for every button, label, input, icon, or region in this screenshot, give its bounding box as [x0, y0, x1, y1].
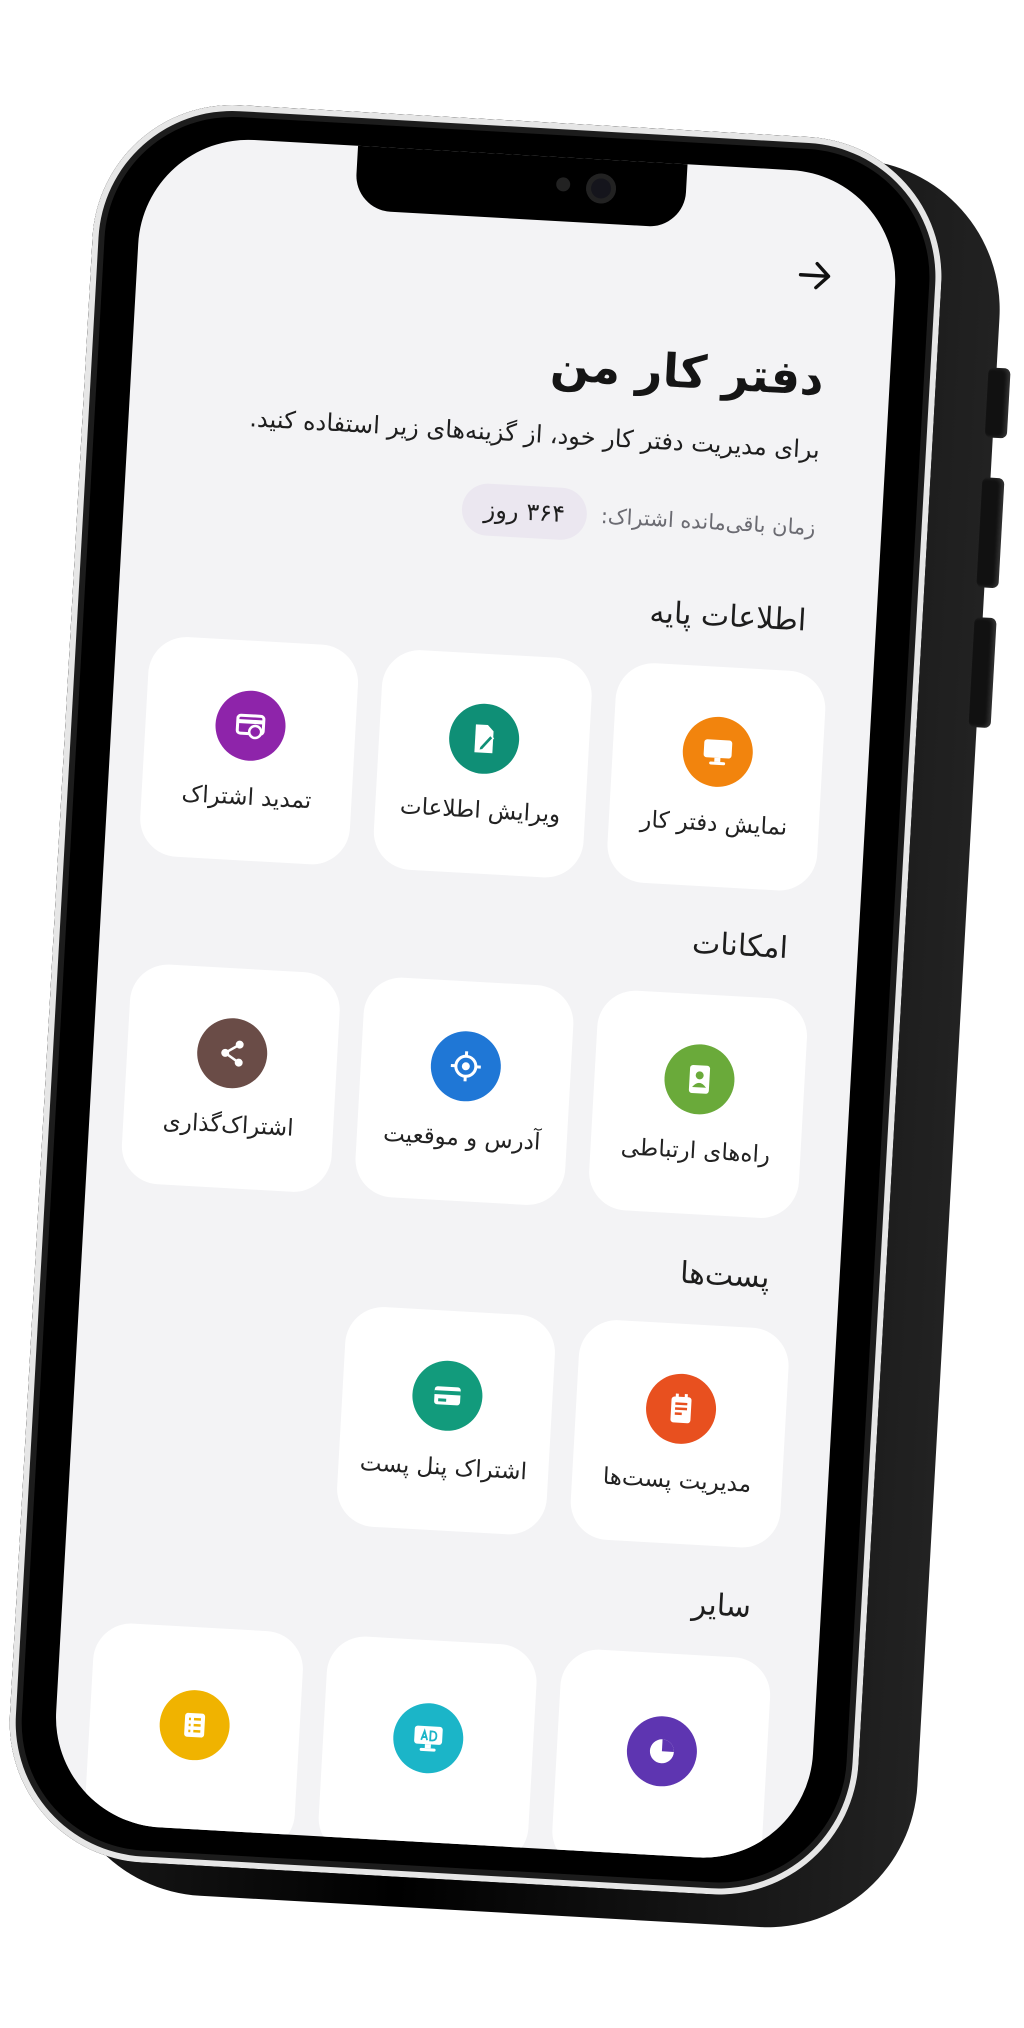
section-grid-basic-info: نمایش دفتر کار ویرایش اطلاعات تمدید اشتر… — [138, 635, 828, 893]
ad-monitor-icon — [391, 1701, 466, 1776]
tile-label: اشتراک‌گذاری — [162, 1108, 295, 1142]
tile-renew-subscription[interactable]: تمدید اشتراک — [138, 635, 361, 867]
tile-label: مدیریت پست‌ها — [602, 1463, 752, 1498]
tile-label: ویرایش اطلاعات — [399, 793, 561, 829]
page-description: برای مدیریت دفتر کار خود، از گزینه‌های ز… — [248, 404, 821, 465]
tile-address-location[interactable]: آدرس و موقعیت — [353, 975, 576, 1207]
side-button-mute — [984, 367, 1011, 439]
pie-chart-icon — [625, 1714, 699, 1789]
card-icon — [410, 1358, 485, 1433]
tile-label: راه‌های ارتباطی — [620, 1134, 771, 1169]
side-button-volume-down — [968, 617, 997, 729]
tile-sharing[interactable]: اشتراک‌گذاری — [119, 962, 342, 1194]
section-title-other: سایر — [690, 1586, 753, 1626]
tile-show-office[interactable]: نمایش دفتر کار — [605, 661, 828, 893]
stage: دفتر کار من برای مدیریت دفتر کار خود، از… — [0, 0, 1024, 2028]
tile-contact-ways[interactable]: راه‌های ارتباطی — [587, 988, 810, 1221]
phone-mockup: دفتر کار من برای مدیریت دفتر کار خود، از… — [0, 96, 1011, 1936]
arrow-right-icon — [798, 261, 831, 290]
edit-document-icon — [447, 701, 522, 776]
subscription-row: زمان باقی‌مانده اشتراک: ۳۶۴ روز — [460, 482, 817, 554]
section-grid-features: راه‌های ارتباطی آدرس و موقعیت — [119, 962, 810, 1221]
tile-label: آدرس و موقعیت — [382, 1120, 542, 1156]
page-title: دفتر کار من — [549, 336, 826, 407]
notepad-icon — [644, 1371, 718, 1446]
section-title-basic-info: اطلاعات پایه — [648, 594, 808, 639]
section-title-features: امکانات — [691, 925, 789, 967]
tile-label: نمایش دفتر کار — [639, 806, 788, 841]
renew-card-icon — [213, 688, 288, 763]
tile-post-panel-subscription[interactable]: اشتراک پنل پست — [335, 1305, 557, 1537]
phone-frame: دفتر کار من برای مدیریت دفتر کار خود، از… — [2, 97, 950, 1903]
contact-book-icon — [662, 1042, 737, 1117]
phone-screen: دفتر کار من برای مدیریت دفتر کار خود، از… — [50, 133, 902, 1864]
tile-ads[interactable] — [316, 1634, 539, 1864]
subscription-label: زمان باقی‌مانده اشتراک: — [600, 503, 817, 540]
screen-content: دفتر کار من برای مدیریت دفتر کار خود، از… — [50, 134, 901, 1864]
tile-label: اشتراک پنل پست — [359, 1450, 528, 1486]
tile-manage-posts[interactable]: مدیریت پست‌ها — [568, 1318, 791, 1550]
tile-reports[interactable] — [550, 1647, 773, 1864]
side-button-volume-up — [976, 477, 1005, 589]
location-target-icon — [428, 1029, 503, 1104]
tile-list[interactable] — [82, 1621, 305, 1853]
section-grid-posts: مدیریت پست‌ها اشتراک پنل پست — [335, 1305, 791, 1550]
tile-label: تمدید اشتراک — [180, 781, 313, 815]
section-title-posts: پست‌ها — [679, 1255, 771, 1296]
share-icon — [195, 1016, 270, 1091]
subscription-days-badge: ۳۶۴ روز — [460, 482, 589, 542]
list-icon — [157, 1688, 232, 1763]
section-grid-other — [82, 1621, 773, 1864]
tile-edit-info[interactable]: ویرایش اطلاعات — [371, 648, 594, 880]
monitor-icon — [680, 714, 755, 789]
back-arrow-button[interactable] — [792, 254, 838, 296]
